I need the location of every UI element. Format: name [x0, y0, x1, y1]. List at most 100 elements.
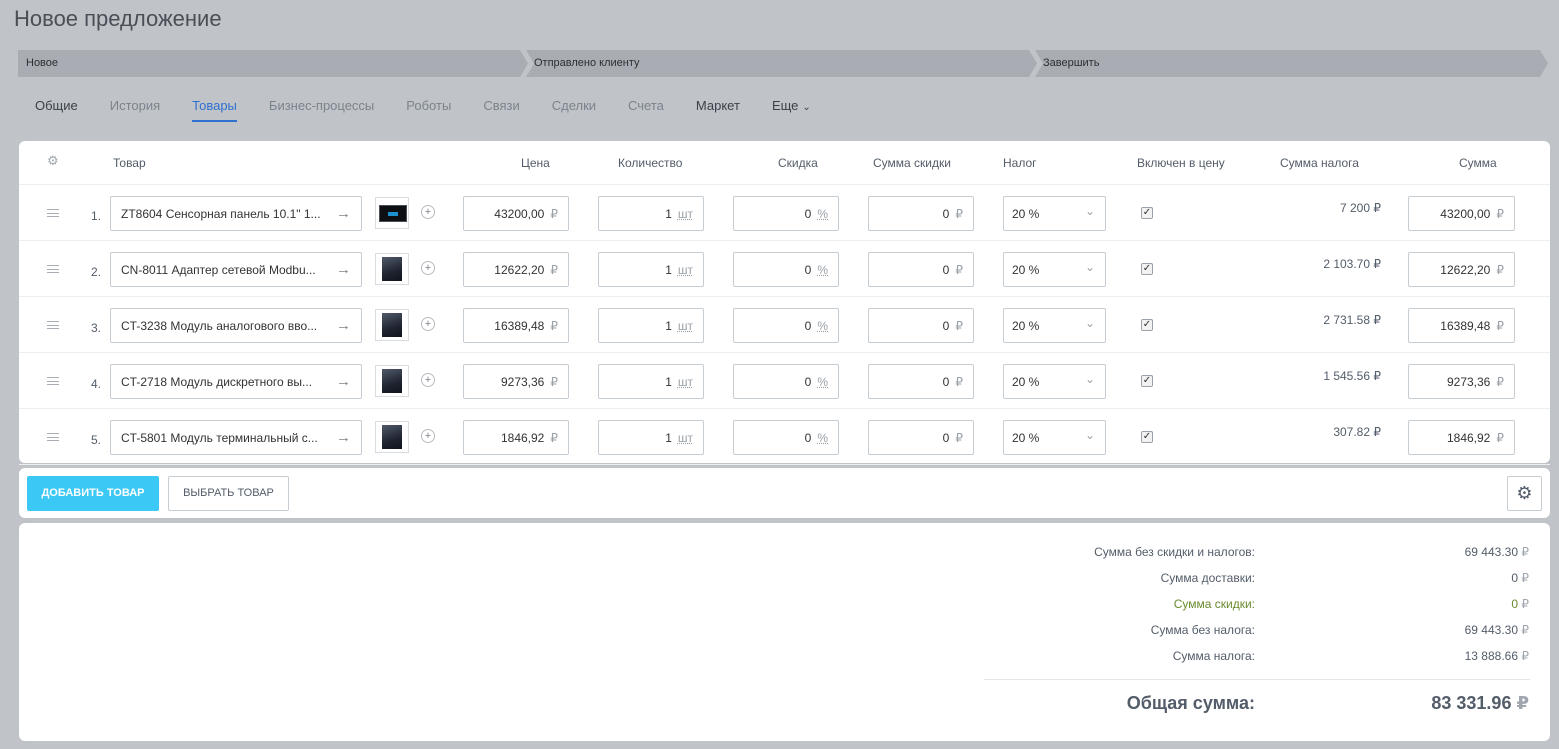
tax-select[interactable]: 20 % ⌄ — [1003, 308, 1106, 343]
drag-handle-icon[interactable] — [47, 433, 59, 441]
discount-unit[interactable]: % — [817, 431, 828, 445]
tax-select[interactable]: 20 % ⌄ — [1003, 196, 1106, 231]
drag-handle-icon[interactable] — [47, 321, 59, 329]
discount-sum-input[interactable]: 0 ₽ — [868, 308, 974, 343]
add-product-button[interactable]: ДОБАВИТЬ ТОВАР — [27, 476, 159, 511]
quantity-input[interactable]: 1 шт — [598, 420, 704, 455]
arrow-right-icon[interactable]: → — [336, 205, 351, 222]
tax-select[interactable]: 20 % ⌄ — [1003, 420, 1106, 455]
discount-unit[interactable]: % — [817, 207, 828, 221]
stage-pipeline: Новое Отправлено клиенту Завершить — [18, 50, 1548, 77]
drag-handle-icon[interactable] — [47, 265, 59, 273]
tab-business-processes[interactable]: Бизнес-процессы — [269, 94, 374, 122]
tab-links[interactable]: Связи — [483, 94, 519, 122]
tax-select[interactable]: 20 % ⌄ — [1003, 252, 1106, 287]
discount-value: 0 — [804, 375, 812, 389]
discount-input[interactable]: 0% — [733, 196, 839, 231]
tax-included-checkbox[interactable]: ✓ — [1141, 431, 1153, 443]
settings-gear-icon[interactable]: ⚙ — [1507, 476, 1542, 511]
discount-input[interactable]: 0% — [733, 364, 839, 399]
product-image[interactable] — [375, 253, 409, 285]
tab-deals[interactable]: Сделки — [552, 94, 596, 122]
gear-icon[interactable]: ⚙ — [47, 154, 59, 167]
quantity-input[interactable]: 1 шт — [598, 252, 704, 287]
tab-invoices[interactable]: Счета — [628, 94, 664, 122]
quantity-unit[interactable]: шт — [678, 263, 693, 277]
price-input[interactable]: 43200,00 ₽ — [463, 196, 569, 231]
quantity-unit[interactable]: шт — [678, 375, 693, 389]
totals-amount: 69 443.30 — [1464, 545, 1519, 559]
sum-input[interactable]: 12622,20 ₽ — [1408, 252, 1515, 287]
arrow-right-icon[interactable]: → — [336, 429, 351, 446]
arrow-right-icon[interactable]: → — [336, 373, 351, 390]
tab-products[interactable]: Товары — [192, 94, 237, 122]
price-input[interactable]: 1846,92 ₽ — [463, 420, 569, 455]
arrow-right-icon[interactable]: → — [336, 317, 351, 334]
product-name-field[interactable]: CT-2718 Модуль дискретного вы... → — [110, 364, 362, 399]
tax-value: 20 % — [1012, 375, 1040, 389]
add-image-icon[interactable]: + — [421, 261, 435, 275]
tab-history[interactable]: История — [110, 94, 160, 122]
discount-input[interactable]: 0% — [733, 308, 839, 343]
discount-unit[interactable]: % — [817, 263, 828, 277]
product-photo — [382, 257, 402, 281]
stage-new[interactable]: Новое — [18, 50, 528, 77]
sum-input[interactable]: 43200,00 ₽ — [1408, 196, 1515, 231]
currency-label: ₽ — [1496, 431, 1504, 445]
discount-sum-input[interactable]: 0 ₽ — [868, 420, 974, 455]
discount-sum-input[interactable]: 0 ₽ — [868, 196, 974, 231]
discount-unit[interactable]: % — [817, 319, 828, 333]
price-input[interactable]: 12622,20 ₽ — [463, 252, 569, 287]
discount-input[interactable]: 0% — [733, 420, 839, 455]
drag-handle-icon[interactable] — [47, 209, 59, 217]
price-input[interactable]: 9273,36 ₽ — [463, 364, 569, 399]
product-image[interactable] — [375, 197, 409, 229]
sum-input[interactable]: 16389,48 ₽ — [1408, 308, 1515, 343]
price-input[interactable]: 16389,48 ₽ — [463, 308, 569, 343]
stage-sent-to-client[interactable]: Отправлено клиенту — [526, 50, 1037, 77]
discount-unit[interactable]: % — [817, 375, 828, 389]
tax-included-checkbox[interactable]: ✓ — [1141, 319, 1153, 331]
product-name-field[interactable]: CN-8011 Адаптер сетевой Modbu... → — [110, 252, 362, 287]
sum-input[interactable]: 1846,92 ₽ — [1408, 420, 1515, 455]
discount-sum-value: 0 — [942, 375, 950, 389]
product-name: CT-2718 Модуль дискретного вы... — [121, 375, 313, 389]
product-name-field[interactable]: ZT8604 Сенсорная панель 10.1" 1... → — [110, 196, 362, 231]
product-name-field[interactable]: CT-3238 Модуль аналогового вво... → — [110, 308, 362, 343]
product-image[interactable] — [375, 365, 409, 397]
discount-sum-value: 0 — [942, 431, 950, 445]
row-number: 2. — [91, 265, 102, 279]
quantity-input[interactable]: 1 шт — [598, 196, 704, 231]
tax-included-checkbox[interactable]: ✓ — [1141, 263, 1153, 275]
stage-finish[interactable]: Завершить — [1035, 50, 1548, 77]
discount-input[interactable]: 0% — [733, 252, 839, 287]
quantity-unit[interactable]: шт — [678, 319, 693, 333]
discount-sum-input[interactable]: 0 ₽ — [868, 252, 974, 287]
product-image[interactable] — [375, 309, 409, 341]
chevron-down-icon: ⌄ — [1084, 316, 1095, 330]
discount-sum-input[interactable]: 0 ₽ — [868, 364, 974, 399]
tab-general[interactable]: Общие — [35, 94, 78, 122]
tab-robots[interactable]: Роботы — [406, 94, 451, 122]
arrow-right-icon[interactable]: → — [336, 261, 351, 278]
quantity-unit[interactable]: шт — [678, 431, 693, 445]
quantity-unit[interactable]: шт — [678, 207, 693, 221]
drag-handle-icon[interactable] — [47, 377, 59, 385]
discount-sum-value: 0 — [942, 319, 950, 333]
currency-label: ₽ — [955, 319, 963, 333]
tax-select[interactable]: 20 % ⌄ — [1003, 364, 1106, 399]
quantity-input[interactable]: 1 шт — [598, 364, 704, 399]
add-image-icon[interactable]: + — [421, 429, 435, 443]
product-name-field[interactable]: CT-5801 Модуль терминальный с... → — [110, 420, 362, 455]
add-image-icon[interactable]: + — [421, 205, 435, 219]
tax-included-checkbox[interactable]: ✓ — [1141, 375, 1153, 387]
product-image[interactable] — [375, 421, 409, 453]
tax-included-checkbox[interactable]: ✓ — [1141, 207, 1153, 219]
select-product-button[interactable]: ВЫБРАТЬ ТОВАР — [168, 476, 289, 511]
sum-input[interactable]: 9273,36 ₽ — [1408, 364, 1515, 399]
tab-market[interactable]: Маркет — [696, 94, 740, 122]
tab-more[interactable]: Еще ⌄ — [772, 94, 811, 122]
add-image-icon[interactable]: + — [421, 373, 435, 387]
quantity-input[interactable]: 1 шт — [598, 308, 704, 343]
add-image-icon[interactable]: + — [421, 317, 435, 331]
